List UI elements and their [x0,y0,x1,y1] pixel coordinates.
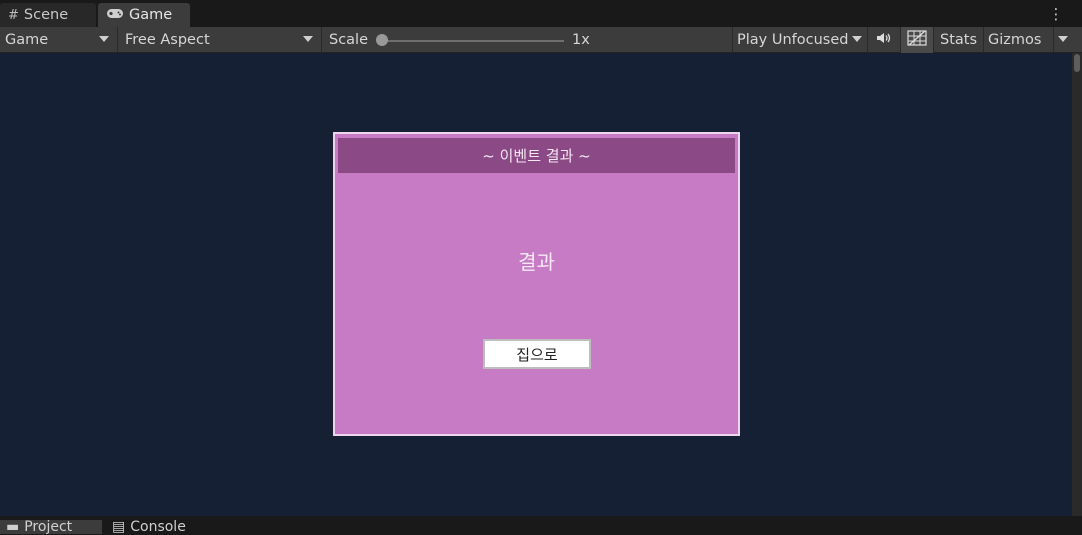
grid-icon: # [8,7,19,23]
gizmos-label: Gizmos [988,32,1042,48]
scale-control: Scale 1x [322,27,732,53]
scale-value: 1x [572,32,590,48]
chevron-down-icon [303,36,313,42]
scrollbar-thumb[interactable] [1074,54,1080,72]
aspect-dropdown[interactable]: Free Aspect [120,27,322,53]
tab-game-label: Game [129,7,173,23]
gamepad-icon [106,8,124,23]
vertical-scrollbar[interactable] [1072,53,1082,516]
tab-console[interactable]: ▤ Console [112,520,186,534]
aspect-dropdown-label: Free Aspect [125,32,210,48]
play-mode-dropdown[interactable]: Play Unfocused [732,27,868,53]
scale-slider-thumb[interactable] [376,34,388,46]
stats-label: Stats [939,32,977,48]
game-toolbar: Game Free Aspect Scale 1x Play Unfocused… [0,27,1082,53]
tab-console-label: Console [130,519,186,535]
play-mode-label: Play Unfocused [737,32,849,48]
popup-title: ~ 이벤트 결과 ~ [482,147,591,165]
tab-scene-label: Scene [23,7,69,23]
display-dropdown-label: Game [5,32,49,48]
gizmo-toggle-button[interactable] [901,27,934,53]
chevron-down-icon [852,36,862,42]
tab-project[interactable]: ▬ Project [0,520,102,534]
event-result-popup: ~ 이벤트 결과 ~ 결과 집으로 [333,132,740,436]
more-options-icon[interactable]: ⋮ [1048,5,1064,23]
tab-game[interactable]: Game [98,3,190,27]
scale-slider-track[interactable] [382,40,564,42]
mute-audio-button[interactable] [868,27,901,53]
chevron-down-icon [1058,36,1068,42]
go-home-button-label: 집으로 [516,345,558,364]
grid-toggle-icon [907,30,927,50]
popup-title-bar: ~ 이벤트 결과 ~ [338,138,735,173]
bottom-panel-tabs: ▬ Project ▤ Console [0,516,1082,534]
tab-project-label: Project [24,519,73,535]
stats-button[interactable]: Stats [934,27,984,53]
display-dropdown[interactable]: Game [0,27,118,53]
gizmos-dropdown[interactable] [1054,27,1072,53]
go-home-button[interactable]: 집으로 [483,339,591,369]
gizmos-button[interactable]: Gizmos [984,27,1054,53]
tab-bar: # Scene Game ⋮ [0,0,1082,27]
console-icon: ▤ [112,519,126,535]
popup-result-text: 결과 [518,250,555,274]
speaker-icon [876,32,892,48]
tab-scene[interactable]: # Scene [0,3,96,27]
chevron-down-icon [99,36,109,42]
scale-label: Scale [329,32,369,48]
folder-icon: ▬ [6,519,20,535]
